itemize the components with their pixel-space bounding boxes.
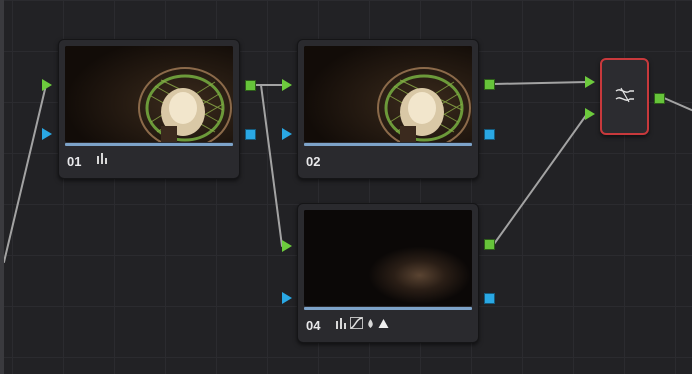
connection-source-to-01 bbox=[4, 84, 47, 263]
bars-icon bbox=[336, 318, 346, 329]
node-02-thumbnail bbox=[304, 46, 472, 142]
node-04-rgb-input[interactable] bbox=[282, 240, 292, 252]
node-02-rgb-output[interactable] bbox=[484, 79, 495, 90]
node-01-rgb-output[interactable] bbox=[245, 80, 256, 91]
node-02-key-input[interactable] bbox=[282, 128, 292, 140]
node-01-tools bbox=[97, 153, 108, 164]
node-01-key-input[interactable] bbox=[42, 128, 52, 140]
connection-01-to-04 bbox=[260, 84, 283, 247]
node-01[interactable]: 01 bbox=[58, 39, 240, 179]
node-04-thumbnail bbox=[304, 210, 472, 306]
connection-02-to-mixer bbox=[493, 81, 588, 85]
node-01-rgb-input[interactable] bbox=[42, 79, 52, 91]
mixer-rgb-output[interactable] bbox=[654, 93, 665, 104]
thumbnail-image bbox=[304, 210, 472, 306]
node-01-label: 01 bbox=[67, 154, 82, 169]
node-graph-canvas[interactable]: 01 02 04 bbox=[0, 0, 692, 374]
node-04-label: 04 bbox=[306, 318, 321, 333]
thumbnail-image bbox=[65, 46, 233, 142]
node-01-key-output[interactable] bbox=[245, 129, 256, 140]
node-02-key-output[interactable] bbox=[484, 129, 495, 140]
mixer-icon bbox=[615, 87, 634, 103]
node-04[interactable]: 04 bbox=[297, 203, 479, 343]
bars-icon bbox=[97, 153, 107, 164]
layer-mixer-node[interactable] bbox=[600, 58, 649, 135]
curves-icon bbox=[350, 317, 363, 329]
mixer-input-2[interactable] bbox=[585, 108, 595, 120]
connection-mixer-out bbox=[663, 97, 692, 112]
connection-04-to-mixer bbox=[493, 113, 588, 245]
mixer-input-1[interactable] bbox=[585, 76, 595, 88]
node-02-label: 02 bbox=[306, 154, 321, 169]
node-04-progress-bar bbox=[304, 307, 472, 310]
node-04-rgb-output[interactable] bbox=[484, 239, 495, 250]
node-02[interactable]: 02 bbox=[297, 39, 479, 179]
node-02-rgb-input[interactable] bbox=[282, 79, 292, 91]
node-04-key-output[interactable] bbox=[484, 293, 495, 304]
node-01-thumbnail bbox=[65, 46, 233, 142]
window-icon bbox=[378, 319, 389, 328]
node-02-progress-bar bbox=[304, 143, 472, 146]
thumbnail-image bbox=[304, 46, 472, 142]
hsl-qualifier-icon bbox=[368, 319, 373, 328]
node-01-progress-bar bbox=[65, 143, 233, 146]
node-04-key-input[interactable] bbox=[282, 292, 292, 304]
node-04-tools bbox=[336, 317, 389, 329]
